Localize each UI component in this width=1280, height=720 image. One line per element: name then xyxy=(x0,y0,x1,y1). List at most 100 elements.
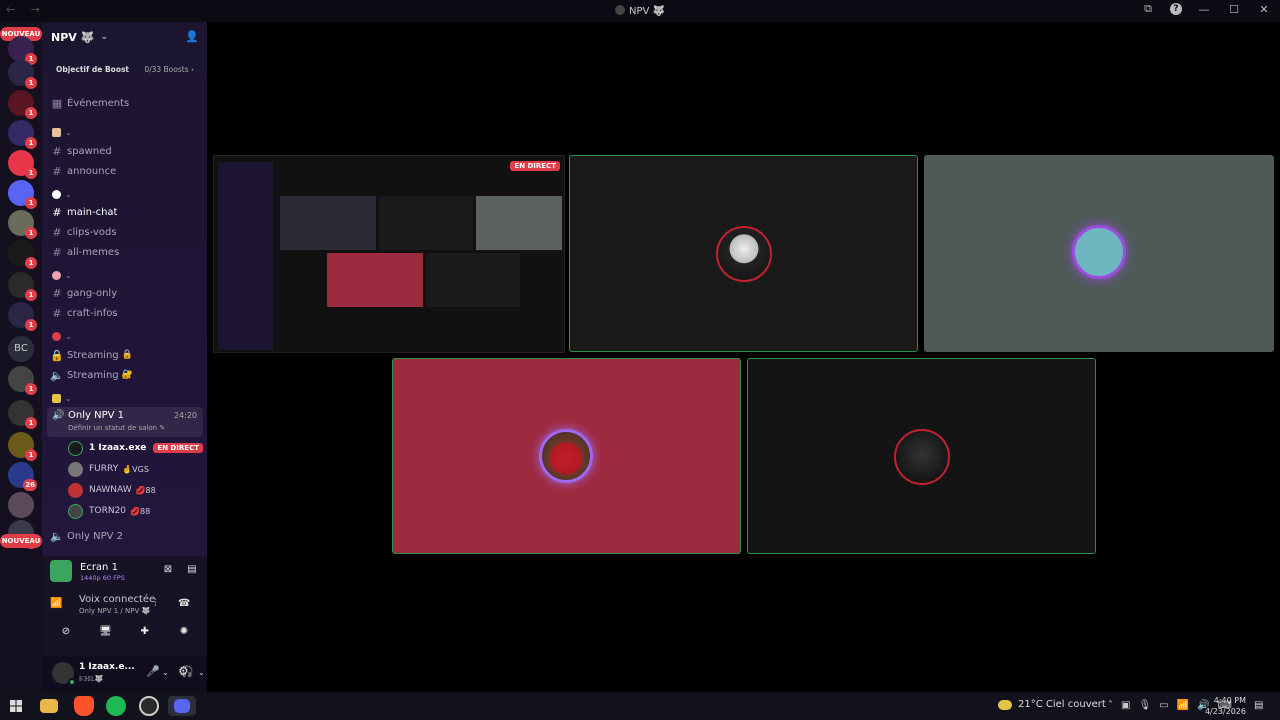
gear-icon[interactable]: ⚙ xyxy=(178,664,189,678)
voice-member[interactable]: TORN20 💋88 xyxy=(68,502,203,520)
channel-spawned[interactable]: # spawned xyxy=(50,142,200,160)
voice-member[interactable]: FURRY 🤞VGS xyxy=(68,460,203,478)
voice-channel-only-npv-2[interactable]: 🔈 Only NPV 2 xyxy=(50,527,200,545)
channel-streaming-voice[interactable]: 🔈 Streaming 🔐 xyxy=(50,366,200,384)
share-screen-icon[interactable]: 🖥 xyxy=(89,626,121,642)
server-icon[interactable]: 1 xyxy=(8,400,37,429)
channel-main-chat[interactable]: # main-chat xyxy=(50,203,200,221)
microphone-icon[interactable]: 🎙 xyxy=(1138,700,1151,711)
speaker-icon: 🔈 xyxy=(50,529,64,543)
calendar-icon: ▦ xyxy=(51,96,63,110)
screen-share-icon xyxy=(50,560,72,582)
stop-stream-icon[interactable]: ⊠ xyxy=(162,564,174,576)
monitor-icon[interactable]: ▭ xyxy=(1159,700,1168,711)
disconnect-icon[interactable]: ☎ xyxy=(178,598,190,609)
chevron-down-icon[interactable]: ⌄ xyxy=(198,668,205,677)
camera-off-icon[interactable]: ⊘ xyxy=(50,626,82,642)
voice-member[interactable]: NAWNAW 💋88 xyxy=(68,481,203,499)
server-icon[interactable]: 26 xyxy=(8,462,37,491)
weather-widget[interactable]: 21°C Ciel couvert xyxy=(998,699,1106,710)
category-emoji-icon xyxy=(52,128,61,137)
channel-clips-vods[interactable]: # clips-vods xyxy=(50,223,200,241)
server-icon[interactable]: 1 xyxy=(8,150,37,179)
windows-start-icon[interactable] xyxy=(10,700,22,712)
server-icon-bc[interactable]: BC xyxy=(8,336,34,362)
server-icon[interactable]: 1 xyxy=(8,432,37,461)
add-user-icon[interactable]: 👤 xyxy=(185,30,199,43)
server-icon[interactable]: 1 xyxy=(8,240,37,269)
server-icon[interactable]: 1 xyxy=(8,302,37,331)
file-explorer-icon[interactable] xyxy=(40,699,58,713)
events-channel[interactable]: ▦ Événements xyxy=(50,94,200,112)
channel-label: gang-only xyxy=(67,287,118,299)
server-icon[interactable]: 1 xyxy=(8,90,37,119)
server-icon[interactable] xyxy=(8,492,34,518)
server-icon[interactable]: 1 xyxy=(8,60,37,89)
noise-suppression-icon[interactable]: ⫶ xyxy=(154,598,157,609)
server-header[interactable]: NPV 🐺 ⌄ 👤 xyxy=(42,22,207,52)
notification-icon[interactable]: ▤ xyxy=(1254,700,1263,711)
server-icon[interactable]: 1 xyxy=(8,272,37,301)
unread-badge: 1 xyxy=(25,289,37,301)
channel-label: Streaming xyxy=(67,349,119,361)
channel-craft-infos[interactable]: # craft-infos xyxy=(50,304,200,322)
unread-badge: 1 xyxy=(25,107,37,119)
close-button[interactable]: ✕ xyxy=(1256,3,1272,16)
tray-app-icon[interactable]: ▣ xyxy=(1121,700,1130,711)
channel-all-memes[interactable]: # all-memes xyxy=(50,243,200,261)
online-status-icon xyxy=(68,678,76,686)
clock[interactable]: 4:40 PM 4/23/2026 xyxy=(1198,695,1246,717)
category-header[interactable]: ⌄ xyxy=(52,394,72,403)
member-name: FURRY xyxy=(89,464,119,474)
chevron-down-icon[interactable]: ⌄ xyxy=(162,668,169,677)
chevron-up-icon[interactable]: ˄ xyxy=(1108,700,1113,711)
voice-connected-channel[interactable]: Only NPV 1 / NPV 🐺 xyxy=(79,607,150,615)
spotify-icon[interactable] xyxy=(106,696,126,716)
stream-preview-pane xyxy=(426,253,520,307)
soundboard-icon[interactable]: ✺ xyxy=(168,626,200,642)
app-icon[interactable] xyxy=(139,696,159,716)
participant-tile[interactable] xyxy=(569,155,918,352)
activities-icon[interactable]: ✚ xyxy=(129,626,161,642)
chevron-down-icon: ⌄ xyxy=(100,32,108,42)
brave-browser-icon[interactable] xyxy=(74,696,94,716)
category-header[interactable]: ⌄ xyxy=(52,128,72,137)
help-icon[interactable]: ? xyxy=(1170,3,1182,15)
window-title: NPV 🐺 xyxy=(0,5,1280,17)
chevron-down-icon: ⌄ xyxy=(65,332,72,341)
channel-label: clips-vods xyxy=(67,226,117,238)
participant-tile[interactable] xyxy=(924,155,1274,352)
server-icon[interactable]: 1 xyxy=(8,120,37,149)
server-icon[interactable]: 1 xyxy=(8,366,37,395)
channel-streaming-locked[interactable]: 🔒 Streaming 🔒 xyxy=(50,346,200,364)
category-header[interactable]: ⌄ xyxy=(52,332,72,341)
hash-icon: # xyxy=(52,225,62,239)
server-icon[interactable]: 1 xyxy=(8,36,37,65)
avatar xyxy=(68,482,83,498)
microphone-icon[interactable]: 🎤 xyxy=(146,665,160,678)
network-icon[interactable]: 📶 xyxy=(1177,700,1189,711)
stream-tile[interactable]: EN DIRECT xyxy=(213,155,565,353)
channel-announce[interactable]: # announce xyxy=(50,162,200,180)
voice-member[interactable]: 1 Izaax.exe EN DIRECT xyxy=(68,439,203,457)
boost-goal[interactable]: Objectif de Boost 0/33 Boosts › xyxy=(50,58,200,80)
category-header[interactable]: ⌄ xyxy=(52,190,72,199)
stream-preview-sidebar xyxy=(218,162,273,350)
member-name: NAWNAW xyxy=(89,485,132,495)
discord-taskbar-icon[interactable] xyxy=(168,696,196,716)
inbox-icon[interactable]: ⧉ xyxy=(1140,2,1156,16)
clock-date: 4/23/2026 xyxy=(1204,707,1246,716)
discord-icon[interactable]: 1 xyxy=(8,180,37,209)
voice-channel-only-npv-1[interactable]: 🔊 Only NPV 1 24:20 Définir un statut de … xyxy=(47,407,203,437)
category-header[interactable]: ⌄ xyxy=(52,271,72,280)
server-icon[interactable]: 1 xyxy=(8,210,37,239)
signal-icon[interactable]: 📶 xyxy=(50,598,62,609)
unread-badge: 1 xyxy=(25,449,37,461)
maximize-button[interactable]: ☐ xyxy=(1226,3,1242,16)
minimize-button[interactable]: — xyxy=(1196,3,1212,16)
participant-tile[interactable] xyxy=(747,358,1096,554)
participant-tile[interactable] xyxy=(392,358,741,554)
stream-settings-icon[interactable]: ▤ xyxy=(186,564,198,576)
channel-gang-only[interactable]: # gang-only xyxy=(50,284,200,302)
set-channel-status[interactable]: Définir un statut de salon ✎ xyxy=(68,424,165,432)
